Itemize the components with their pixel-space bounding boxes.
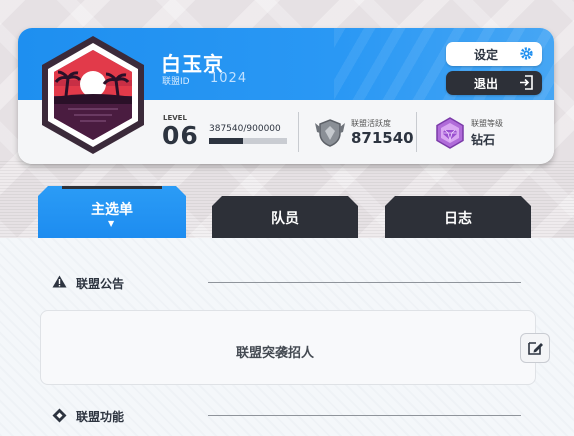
level-value: 06: [162, 121, 199, 150]
exit-button-label: 退出: [474, 77, 499, 91]
tab-main-menu[interactable]: 主选单: [38, 186, 186, 238]
gear-icon: [520, 47, 533, 60]
diamond-badge-icon: [436, 117, 464, 149]
tab-log-label: 日志: [444, 211, 472, 227]
tab-members[interactable]: 队员: [212, 196, 358, 238]
notice-text: 联盟突袭招人: [236, 346, 315, 361]
function-section-title: 联盟功能: [76, 410, 125, 424]
settings-button-label: 设定: [474, 48, 499, 62]
section-divider: [208, 282, 521, 283]
rank-value: 钻石: [471, 133, 496, 147]
rank-label: 联盟等级: [471, 119, 503, 128]
activity-value: 871540: [351, 129, 414, 147]
edit-notice-button[interactable]: [520, 333, 550, 363]
exp-progress-bar: [209, 138, 287, 144]
caret-down-icon: ▼: [108, 219, 115, 228]
activity-label: 联盟活跃度: [351, 119, 391, 128]
exit-button[interactable]: 退出: [446, 71, 542, 95]
guild-id-label: 联盟ID: [162, 77, 190, 87]
guild-id-value: 1024: [210, 71, 248, 86]
edit-icon: [528, 342, 543, 355]
diamond-icon: [52, 408, 67, 423]
stats-divider: [416, 112, 417, 152]
exp-text: 387540/900000: [209, 124, 281, 134]
guild-profile-card: 白玉京 联盟ID 1024 设定 退出 LEVEL 06 387540/9000…: [18, 28, 554, 164]
tab-main-menu-label: 主选单: [91, 202, 133, 218]
notice-section-title: 联盟公告: [76, 277, 125, 291]
guild-emblem: [42, 36, 144, 154]
warning-icon: [52, 275, 67, 288]
exp-progress-fill: [209, 138, 243, 144]
section-divider: [208, 415, 521, 416]
stats-divider: [298, 112, 299, 152]
shield-wings-icon: [315, 119, 345, 147]
tab-log[interactable]: 日志: [385, 196, 531, 238]
exit-icon: [520, 75, 533, 90]
tab-active-indicator: [62, 186, 162, 189]
tab-members-label: 队员: [271, 211, 299, 227]
settings-button[interactable]: 设定: [446, 42, 542, 66]
